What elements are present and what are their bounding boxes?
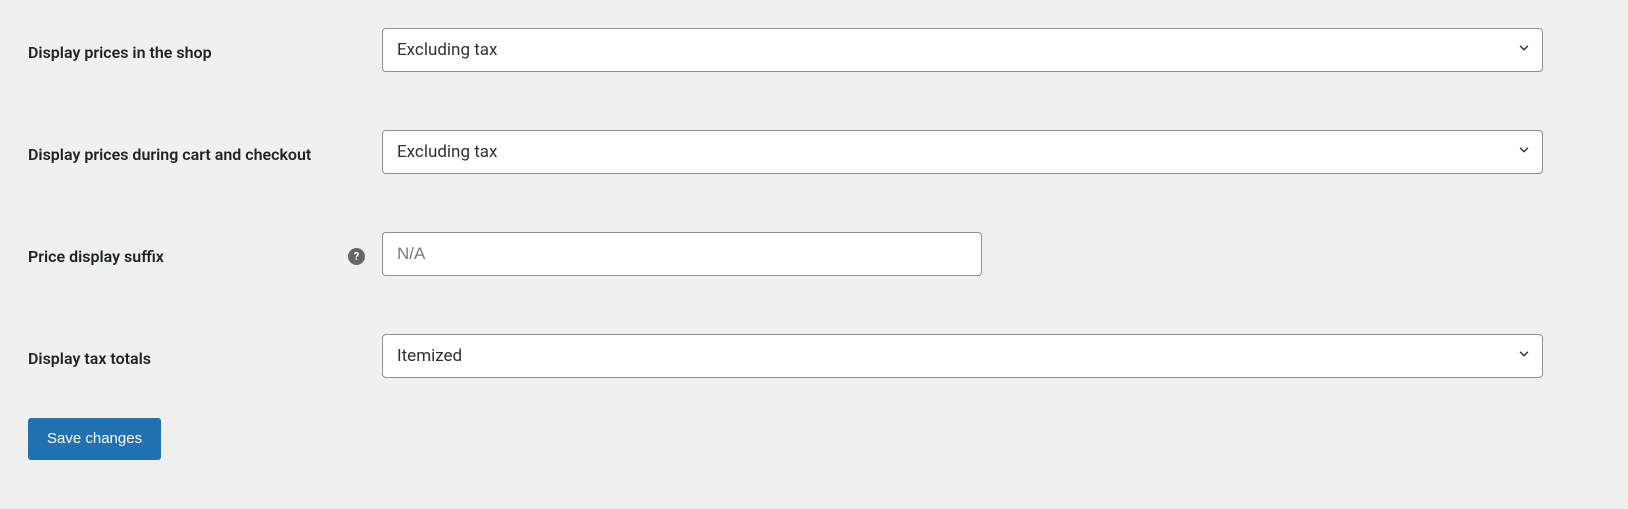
select-display-prices-shop[interactable]: Excluding tax (382, 28, 1543, 72)
label-display-tax-totals: Display tax totals (28, 348, 318, 370)
select-display-prices-cart[interactable]: Excluding tax (382, 130, 1543, 174)
row-display-prices-cart: Display prices during cart and checkout … (28, 130, 1600, 174)
help-icon[interactable]: ? (348, 248, 365, 265)
label-display-prices-shop: Display prices in the shop (28, 42, 318, 64)
input-price-display-suffix[interactable] (382, 232, 982, 276)
select-display-tax-totals[interactable]: Itemized (382, 334, 1543, 378)
label-display-prices-cart: Display prices during cart and checkout (28, 144, 318, 166)
row-display-prices-shop: Display prices in the shop Excluding tax (28, 28, 1600, 72)
row-price-display-suffix: Price display suffix ? (28, 232, 1600, 276)
row-display-tax-totals: Display tax totals Itemized (28, 334, 1600, 378)
save-button[interactable]: Save changes (28, 418, 161, 460)
label-price-display-suffix: Price display suffix (28, 246, 318, 268)
